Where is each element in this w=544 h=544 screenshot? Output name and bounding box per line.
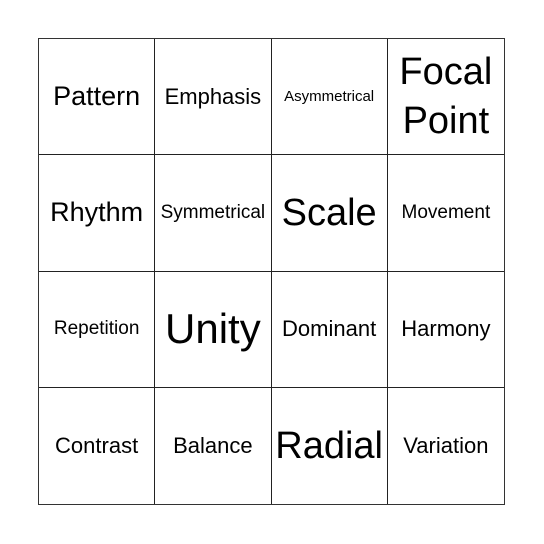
bingo-cell-label: Radial xyxy=(275,424,383,467)
bingo-cell[interactable]: Unity xyxy=(155,271,272,388)
bingo-cell-label: Contrast xyxy=(55,433,139,459)
bingo-cell-label: Balance xyxy=(173,433,253,459)
bingo-cell[interactable]: Symmetrical xyxy=(155,155,272,272)
bingo-cell[interactable]: Emphasis xyxy=(155,39,272,156)
bingo-cell[interactable]: Rhythm xyxy=(39,155,156,272)
bingo-cell[interactable]: Harmony xyxy=(387,272,504,388)
bingo-cell[interactable]: Movement xyxy=(387,155,504,272)
bingo-cell[interactable]: Radial xyxy=(272,387,388,504)
bingo-cell-label: Symmetrical xyxy=(160,201,266,223)
bingo-cell-label: Repetition xyxy=(53,318,140,340)
bingo-cell[interactable]: Variation xyxy=(388,388,504,504)
bingo-cell[interactable]: Contrast xyxy=(39,387,156,504)
bingo-cell[interactable]: Focal Point xyxy=(387,39,504,156)
bingo-cell-label: Asymmetrical xyxy=(284,88,375,105)
bingo-cell[interactable]: Scale xyxy=(271,155,388,272)
bingo-cell[interactable]: Balance xyxy=(155,387,272,504)
bingo-cell-label: Movement xyxy=(401,201,491,223)
bingo-cell-label: Dominant xyxy=(282,316,377,342)
bingo-cell-label: Harmony xyxy=(401,316,491,342)
bingo-cell[interactable]: Dominant xyxy=(271,271,388,388)
bingo-cell-label: Scale xyxy=(281,191,377,234)
bingo-board: Pattern Emphasis Asymmetrical Focal Point Rh… xyxy=(38,38,505,505)
bingo-cell-label: Unity xyxy=(165,304,261,352)
bingo-cell-label: Variation xyxy=(403,433,489,459)
bingo-cell-label: Rhythm xyxy=(50,197,144,228)
bingo-cell[interactable]: Repetition xyxy=(39,271,156,388)
bingo-cell-label: Pattern xyxy=(53,81,141,112)
bingo-cell-label: Focal Point xyxy=(399,51,493,142)
bingo-cell[interactable]: Pattern xyxy=(39,39,156,156)
bingo-cell-label: Emphasis xyxy=(164,83,262,109)
bingo-cell[interactable]: Asymmetrical xyxy=(271,39,388,156)
